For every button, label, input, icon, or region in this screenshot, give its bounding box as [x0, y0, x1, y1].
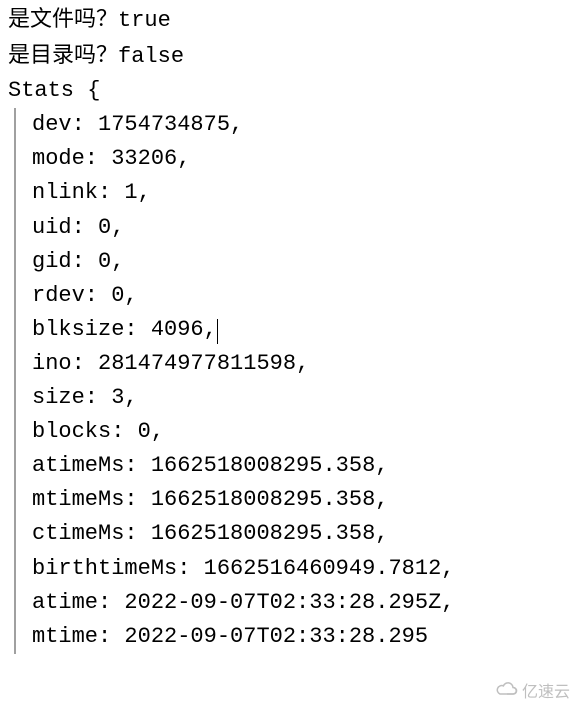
prop-value: 1 — [124, 180, 137, 205]
stats-prop: ctimeMs: 1662518008295.358, — [32, 517, 572, 551]
prop-key: ctimeMs: — [32, 521, 151, 546]
prop-key: blocks: — [32, 419, 138, 444]
stats-prop: nlink: 1, — [32, 176, 572, 210]
comma: , — [375, 487, 388, 512]
prop-value: 1662518008295.358 — [151, 453, 375, 478]
stats-prop: uid: 0, — [32, 211, 572, 245]
text-cursor — [217, 319, 218, 344]
line-is-file: 是文件吗？true — [8, 2, 572, 38]
comma: , — [230, 112, 243, 137]
stats-prop: mode: 33206, — [32, 142, 572, 176]
prop-key: size: — [32, 385, 111, 410]
prop-key: atimeMs: — [32, 453, 151, 478]
prop-key: gid: — [32, 249, 98, 274]
stats-prop: blocks: 0, — [32, 415, 572, 449]
prop-value: 0 — [138, 419, 151, 444]
prop-key: mode: — [32, 146, 111, 171]
prop-value: 1754734875 — [98, 112, 230, 137]
prop-value: 33206 — [111, 146, 177, 171]
prop-value: 0 — [111, 283, 124, 308]
prop-key: uid: — [32, 215, 98, 240]
comma: , — [441, 590, 454, 615]
comma: , — [151, 419, 164, 444]
prop-value: 1662518008295.358 — [151, 521, 375, 546]
prop-value: 0 — [98, 215, 111, 240]
comma: , — [138, 180, 151, 205]
prop-key: atime: — [32, 590, 124, 615]
prop-key: mtimeMs: — [32, 487, 151, 512]
prop-value: 2022-09-07T02:33:28.295Z — [124, 590, 441, 615]
stats-props: dev: 1754734875,mode: 33206,nlink: 1,uid… — [8, 108, 572, 654]
value-is-directory: false — [118, 44, 184, 69]
watermark-text: 亿速云 — [522, 681, 570, 706]
prop-key: blksize: — [32, 317, 151, 342]
stats-prop: gid: 0, — [32, 245, 572, 279]
stats-prop: rdev: 0, — [32, 279, 572, 313]
comma: , — [375, 521, 388, 546]
comma: , — [124, 385, 137, 410]
prop-key: birthtimeMs: — [32, 556, 204, 581]
stats-prop: blksize: 4096, — [32, 313, 572, 347]
label-is-directory: 是目录吗？ — [8, 42, 118, 67]
stats-prop: atime: 2022-09-07T02:33:28.295Z, — [32, 586, 572, 620]
prop-value: 2022-09-07T02:33:28.295 — [124, 624, 428, 649]
prop-key: ino: — [32, 351, 98, 376]
comma: , — [111, 249, 124, 274]
prop-value: 281474977811598 — [98, 351, 296, 376]
comma: , — [204, 317, 217, 342]
stats-prop: ino: 281474977811598, — [32, 347, 572, 381]
prop-value: 1662516460949.7812 — [204, 556, 442, 581]
prop-value: 1662518008295.358 — [151, 487, 375, 512]
label-is-file: 是文件吗？ — [8, 6, 118, 31]
prop-key: dev: — [32, 112, 98, 137]
comma: , — [177, 146, 190, 171]
comma: , — [375, 453, 388, 478]
prop-key: mtime: — [32, 624, 124, 649]
cloud-icon — [496, 681, 518, 706]
prop-value: 0 — [98, 249, 111, 274]
comma: , — [296, 351, 309, 376]
prop-value: 4096 — [151, 317, 204, 342]
comma: , — [124, 283, 137, 308]
comma: , — [111, 215, 124, 240]
stats-prop: mtime: 2022-09-07T02:33:28.295 — [32, 620, 572, 654]
prop-key: rdev: — [32, 283, 111, 308]
comma: , — [441, 556, 454, 581]
stats-prop: atimeMs: 1662518008295.358, — [32, 449, 572, 483]
prop-value: 3 — [111, 385, 124, 410]
watermark: 亿速云 — [496, 681, 570, 706]
stats-header: Stats { — [8, 74, 572, 108]
line-is-directory: 是目录吗？false — [8, 38, 572, 74]
stats-prop: size: 3, — [32, 381, 572, 415]
stats-prop: dev: 1754734875, — [32, 108, 572, 142]
prop-key: nlink: — [32, 180, 124, 205]
stats-prop: birthtimeMs: 1662516460949.7812, — [32, 552, 572, 586]
value-is-file: true — [118, 8, 171, 33]
stats-prop: mtimeMs: 1662518008295.358, — [32, 483, 572, 517]
